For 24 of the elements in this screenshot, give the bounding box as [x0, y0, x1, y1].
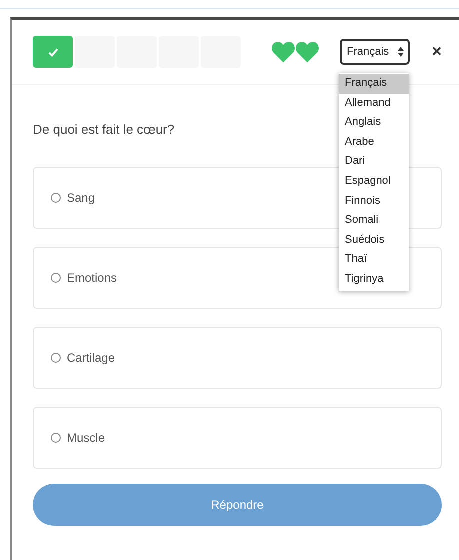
- dropdown-option[interactable]: Tigrinya: [339, 270, 409, 290]
- answer-option[interactable]: Cartilage: [33, 327, 442, 389]
- dropdown-option[interactable]: Arabe: [339, 132, 409, 152]
- dropdown-option[interactable]: Thaï: [339, 250, 409, 270]
- updown-icon: [398, 47, 404, 57]
- language-select[interactable]: Français: [340, 39, 410, 65]
- answer-label: Cartilage: [67, 351, 116, 365]
- answer-label: Sang: [67, 191, 96, 205]
- answer-label: Muscle: [67, 431, 106, 445]
- dropdown-option[interactable]: Espagnol: [339, 172, 409, 192]
- radio-button[interactable]: [51, 433, 61, 443]
- dropdown-option[interactable]: Somali: [339, 211, 409, 231]
- radio-button[interactable]: [51, 273, 61, 283]
- radio-button[interactable]: [51, 353, 61, 363]
- question-text: De quoi est fait le cœur?: [33, 122, 175, 137]
- check-icon: [48, 48, 58, 56]
- answer-option[interactable]: Muscle: [33, 407, 442, 469]
- dropdown-option[interactable]: Français: [339, 74, 409, 94]
- dropdown-option[interactable]: Allemand: [339, 94, 409, 114]
- dropdown-option[interactable]: Finnois: [339, 192, 409, 212]
- close-button[interactable]: ×: [430, 42, 444, 62]
- radio-button[interactable]: [51, 193, 61, 203]
- answer-label: Emotions: [67, 271, 118, 285]
- dropdown-option[interactable]: Anglais: [339, 113, 409, 133]
